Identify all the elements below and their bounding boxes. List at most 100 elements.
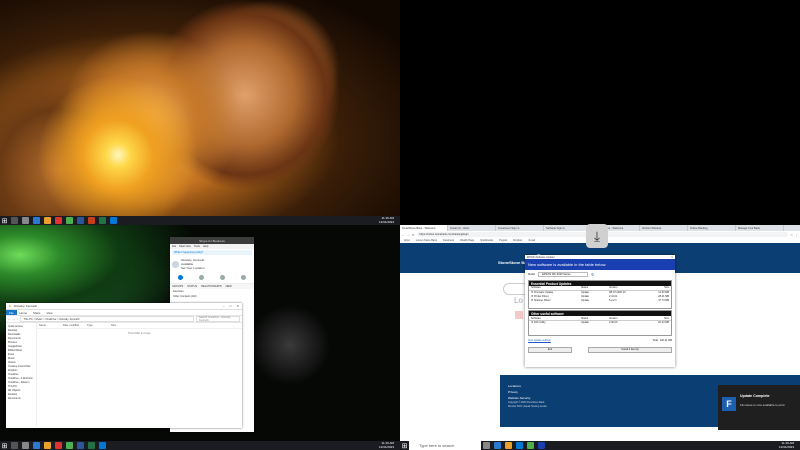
store-icon[interactable] xyxy=(516,442,523,449)
windows-start-icon[interactable]: ⊞ xyxy=(0,216,9,225)
star-icon[interactable]: ☆ xyxy=(790,233,793,237)
close-icon[interactable]: ✕ xyxy=(671,256,673,259)
status-value: Update xyxy=(581,294,590,298)
checkbox-icon[interactable]: ☑ xyxy=(531,299,533,302)
skype-icon[interactable] xyxy=(99,442,106,449)
epson-icon[interactable] xyxy=(538,442,545,449)
chrome-icon[interactable] xyxy=(66,217,73,224)
search-input[interactable]: Search OneDrive - Glovsky, Kenneth xyxy=(196,316,240,322)
word-icon[interactable] xyxy=(77,442,84,449)
close-icon[interactable]: ✕ xyxy=(236,304,239,308)
download-icon[interactable]: ⤓ xyxy=(586,224,608,248)
file-explorer-icon[interactable] xyxy=(44,442,51,449)
bookmark-item[interactable]: Lumen Stone Bank xyxy=(416,239,437,242)
powerpoint-icon[interactable] xyxy=(88,217,95,224)
col-size[interactable]: Size xyxy=(111,324,135,327)
auto-update-settings-link[interactable]: Auto update settings xyxy=(528,339,551,342)
col-date[interactable]: Date modified xyxy=(63,324,87,327)
subtab-status[interactable]: STATUS xyxy=(187,285,197,288)
checkbox-icon[interactable]: ☑ xyxy=(531,295,533,298)
bookmark-item[interactable]: Paypal xyxy=(499,239,507,242)
user-location[interactable]: Set Your Location xyxy=(181,266,205,270)
contacts-tab-icon[interactable] xyxy=(178,275,183,280)
excel-icon[interactable] xyxy=(99,217,106,224)
menu-file[interactable]: File xyxy=(172,245,176,248)
user-card[interactable]: Glovsky, Kenneth Available Set Your Loca… xyxy=(170,256,254,272)
taskbar-clock[interactable]: 11:16 AM 12/31/2023 xyxy=(379,441,400,449)
ribbon-share[interactable]: Share xyxy=(30,310,43,315)
bookmark-item[interactable]: Gmail xyxy=(528,239,535,242)
calls-tab-icon[interactable] xyxy=(220,275,225,280)
taskbar-search-input[interactable]: Type here to search xyxy=(409,441,481,450)
maximize-icon[interactable]: □ xyxy=(230,304,232,308)
edge-icon[interactable] xyxy=(494,442,501,449)
mood-input[interactable]: What's happening today? xyxy=(172,250,252,255)
file-explorer-window[interactable]: ■ Glovsky, Kenneth – □ ✕ File Home Share… xyxy=(6,303,242,428)
chrome-icon[interactable] xyxy=(527,442,534,449)
bookmark-item[interactable]: Apps xyxy=(404,239,410,242)
file-explorer-icon[interactable] xyxy=(505,442,512,449)
checkbox-icon[interactable]: ☑ xyxy=(531,291,533,294)
checkbox-icon[interactable]: ☑ xyxy=(531,321,533,324)
subtab-new[interactable]: NEW xyxy=(226,285,232,288)
ribbon-view[interactable]: View xyxy=(43,310,55,315)
subtab-groups[interactable]: GROUPS xyxy=(172,285,183,288)
subtab-relationships[interactable]: RELATIONSHIPS xyxy=(201,285,222,288)
software-updater-dialog[interactable]: EPSON Software Updater ✕ New software is… xyxy=(525,255,675,367)
windows-start-icon[interactable]: ⊞ xyxy=(0,441,9,450)
menu-meet-now[interactable]: Meet Now xyxy=(179,245,191,248)
col-name[interactable]: Name xyxy=(39,324,63,327)
app-icon[interactable] xyxy=(55,217,62,224)
minimize-icon[interactable]: – xyxy=(223,304,225,308)
model-select[interactable]: EPSON WF-3640 Series xyxy=(538,272,589,277)
install-button[interactable]: Install 4 item(s) xyxy=(588,346,672,353)
task-view-icon[interactable] xyxy=(483,442,490,449)
edge-icon[interactable] xyxy=(33,217,40,224)
file-explorer-icon[interactable] xyxy=(44,217,51,224)
exit-button[interactable]: Exit xyxy=(528,346,572,353)
menu-icon[interactable]: ⋮ xyxy=(795,233,798,237)
col-type[interactable]: Type xyxy=(87,324,111,327)
chrome-icon[interactable] xyxy=(66,442,73,449)
outlook-icon[interactable] xyxy=(110,217,117,224)
forward-icon[interactable]: → xyxy=(407,233,410,237)
taskbar-clock[interactable]: 11:16 AM 12/31/2023 xyxy=(779,441,800,449)
notification-toast[interactable]: F Update Complete Firmware is now availa… xyxy=(718,385,800,430)
up-icon[interactable]: ↑ xyxy=(17,318,18,321)
bookmark-item[interactable]: Quickbooks xyxy=(480,239,493,242)
excel-icon[interactable] xyxy=(88,442,95,449)
menu-help[interactable]: Help xyxy=(203,245,208,248)
back-icon[interactable]: ← xyxy=(402,233,405,237)
list-item[interactable]: Other Contacts (0/2) xyxy=(170,294,254,299)
avatar[interactable] xyxy=(172,260,179,268)
forward-icon[interactable]: → xyxy=(13,318,16,321)
ribbon-home[interactable]: Home xyxy=(17,310,30,315)
taskbar: ⊞ 11:16 AM 12/31/2023 xyxy=(0,441,400,450)
word-icon[interactable] xyxy=(77,217,84,224)
edge-icon[interactable] xyxy=(33,442,40,449)
table-row[interactable]: ☑ FAX Utility Update 2.00.00 20.23 MB xyxy=(529,321,671,325)
refresh-icon[interactable]: ↻ xyxy=(591,272,594,277)
search-icon[interactable] xyxy=(11,217,18,224)
chat-tab-icon[interactable] xyxy=(199,275,204,280)
task-view-icon[interactable] xyxy=(22,442,29,449)
nav-item[interactable]: OneDrive - A.Morrison xyxy=(6,376,36,380)
bookmark-item[interactable]: Facebook xyxy=(443,239,454,242)
menu-tools[interactable]: Tools xyxy=(194,245,200,248)
meetings-tab-icon[interactable] xyxy=(241,275,246,280)
search-icon[interactable] xyxy=(11,442,18,449)
back-icon[interactable]: ← xyxy=(8,318,11,321)
bookmark-item[interactable]: Dropbox xyxy=(513,239,522,242)
file-list[interactable]: Name Date modified Type Size This folder… xyxy=(37,323,242,426)
windows-start-icon[interactable]: ⊞ xyxy=(400,441,409,450)
reload-icon[interactable]: ↻ xyxy=(412,233,415,237)
table-row[interactable]: ☑ Scanner Driver Update 5.2.2.1 37.74 MB xyxy=(529,298,671,302)
path-field[interactable]: This PC > Music > OneDrive > Glovsky, Ke… xyxy=(20,316,194,322)
taskbar-clock[interactable]: 11:16 AM 12/31/2023 xyxy=(379,216,400,224)
task-view-icon[interactable] xyxy=(22,217,29,224)
ribbon-file[interactable]: File xyxy=(6,310,17,315)
bookmark-item[interactable]: Wealth Page xyxy=(460,239,474,242)
nav-item[interactable]: Documents xyxy=(6,396,36,400)
desktop-bottom-left: Skype for Business File Meet Now Tools H… xyxy=(0,225,400,450)
app-icon[interactable] xyxy=(55,442,62,449)
